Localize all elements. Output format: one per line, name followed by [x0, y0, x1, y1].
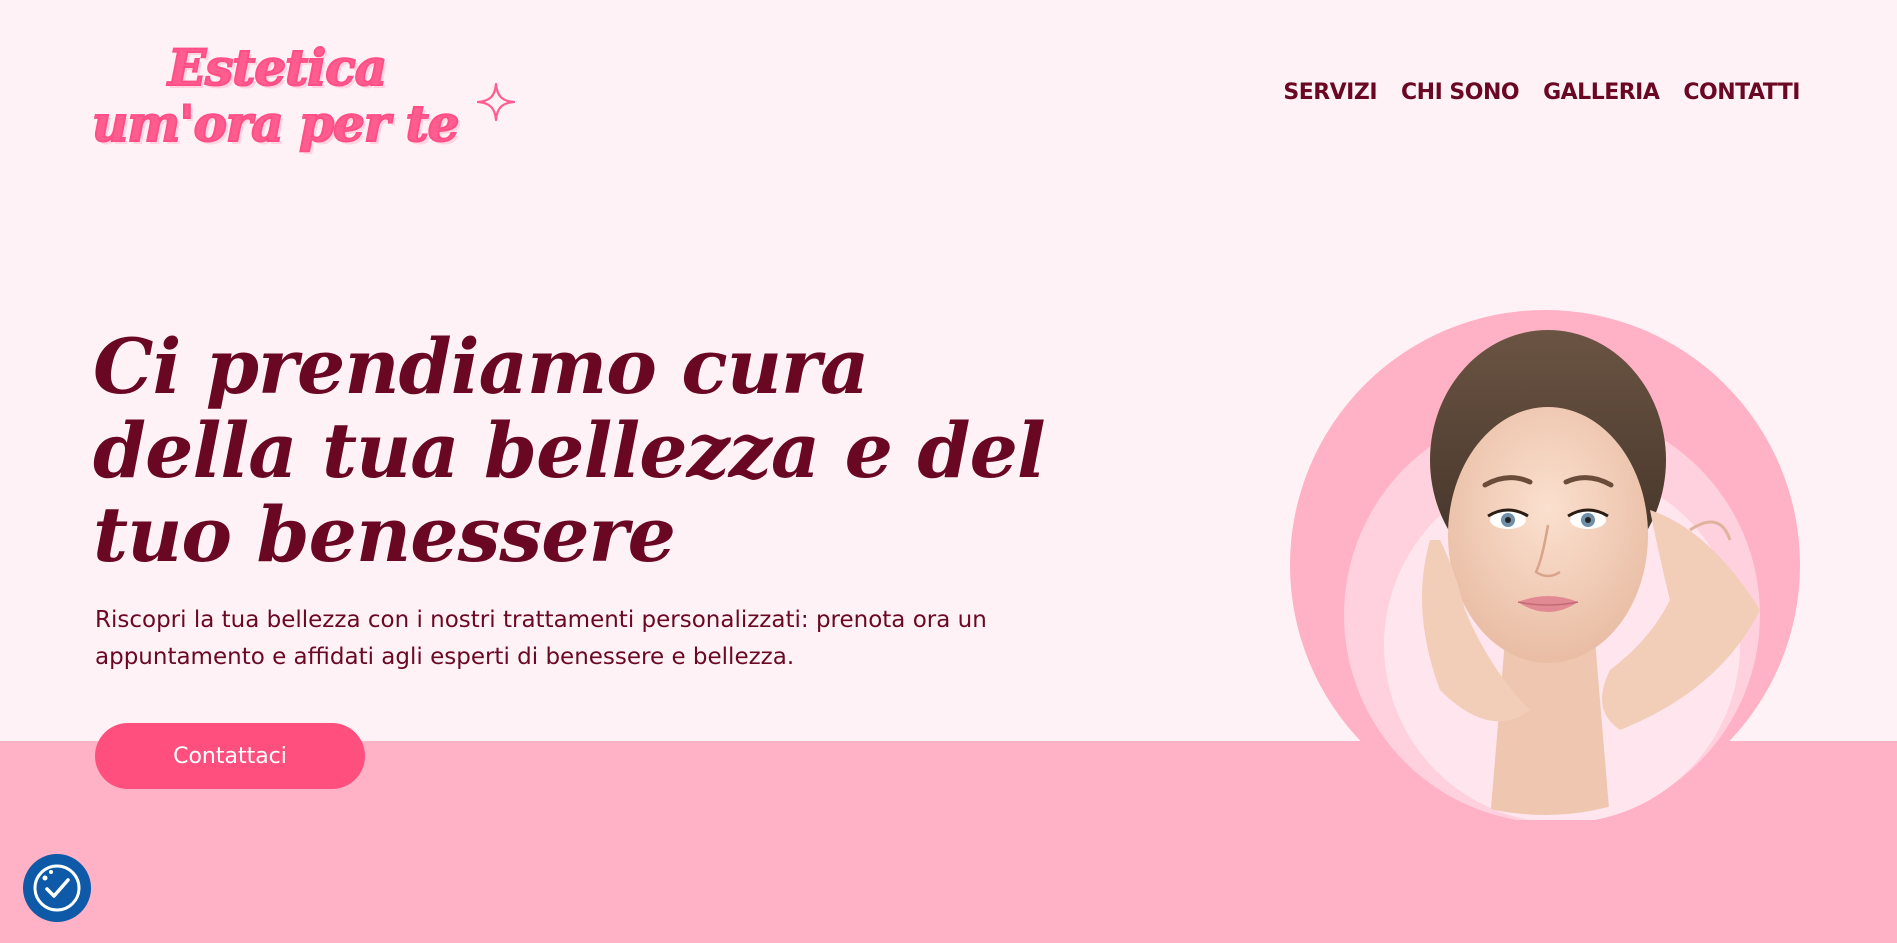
cookie-consent-icon	[33, 864, 81, 912]
site-logo[interactable]: Estetica um'ora per te	[91, 32, 522, 167]
logo-line-1: Estetica	[167, 37, 388, 98]
sparkle-icon	[476, 82, 516, 122]
logo-line-2: um'ora per te	[91, 93, 460, 154]
main-nav: SERVIZI CHI SONO GALLERIA CONTATTI	[1283, 80, 1800, 105]
nav-item-contatti[interactable]: CONTATTI	[1683, 80, 1800, 105]
nav-item-galleria[interactable]: GALLERIA	[1543, 80, 1660, 105]
cookie-consent-button[interactable]	[23, 854, 91, 922]
page: Estetica um'ora per te SERVIZI CHI SONO …	[0, 0, 1897, 943]
hero-title: Ci prendiamo cura della tua bellezza e d…	[93, 322, 1046, 579]
hero-subtitle: Riscopri la tua bellezza con i nostri tr…	[95, 607, 987, 670]
hero-portrait-image	[1290, 310, 1800, 820]
contact-cta-button[interactable]: Contattaci	[95, 723, 365, 789]
nav-item-chi-sono[interactable]: CHI SONO	[1401, 80, 1520, 105]
nav-item-servizi[interactable]: SERVIZI	[1283, 80, 1377, 105]
